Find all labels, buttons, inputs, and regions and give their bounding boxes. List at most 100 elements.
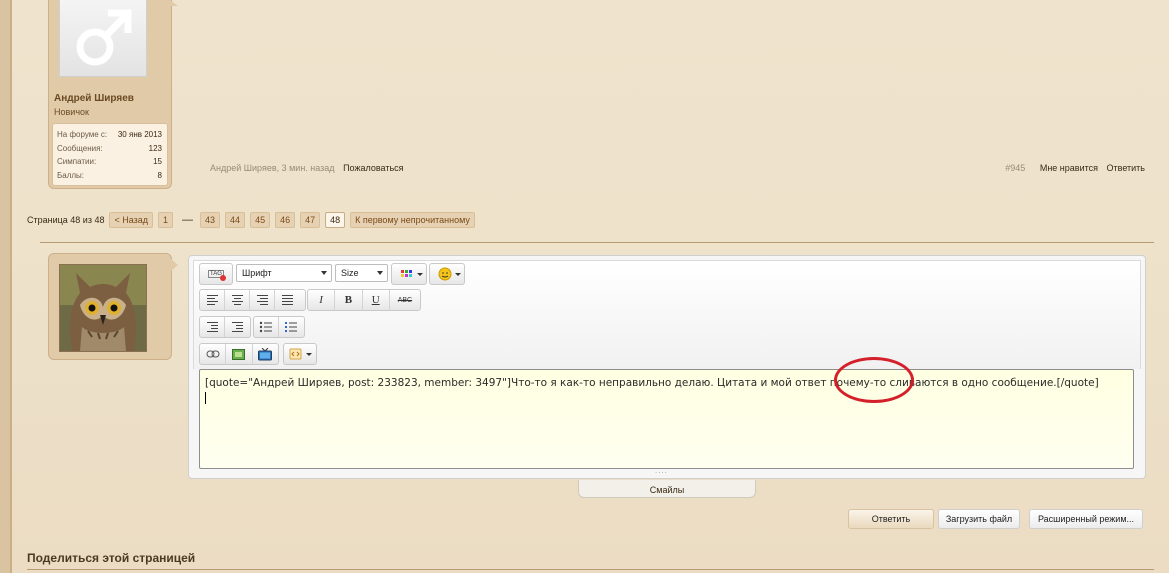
user-stats: На форуме с: 30 янв 2013 Сообщения: 123 … [52, 123, 168, 186]
image-icon [232, 348, 246, 360]
text-caret [205, 392, 206, 404]
message-textarea[interactable]: [quote="Андрей Ширяев, post: 233823, mem… [199, 369, 1134, 469]
user-title: Новичок [54, 107, 89, 117]
list-button-group [253, 316, 305, 338]
default-male-avatar[interactable] [59, 0, 147, 77]
strikethrough-button[interactable]: ABC [390, 290, 420, 310]
media-button[interactable] [253, 344, 278, 364]
page-link[interactable]: 46 [275, 212, 296, 228]
left-rail-edge [10, 0, 12, 573]
smiley-button[interactable] [429, 263, 465, 285]
bold-button[interactable]: B [335, 290, 363, 310]
page-link[interactable]: 45 [250, 212, 271, 228]
image-button[interactable] [226, 344, 253, 364]
prev-page-button[interactable]: < Назад [109, 212, 154, 228]
user-card: Андрей Ширяев Новичок На форуме с: 30 ян… [48, 0, 172, 189]
post-author-time[interactable]: Андрей Ширяев, 3 мин. назад [210, 163, 335, 173]
message-text: [quote="Андрей Ширяев, post: 233823, mem… [205, 377, 1099, 389]
stat-row-joined: На форуме с: 30 янв 2013 [57, 130, 162, 143]
color-grid-icon [401, 270, 423, 277]
divider [40, 242, 1154, 243]
pagination: Страница 48 из 48 < Назад 1 — 43 44 45 4… [27, 212, 480, 228]
indent-button[interactable] [225, 317, 249, 337]
stat-label: Симпатии: [57, 157, 97, 166]
tv-icon [258, 347, 273, 360]
justify-button[interactable] [275, 290, 299, 310]
align-right-button[interactable] [250, 290, 275, 310]
italic-button[interactable]: I [308, 290, 336, 310]
advanced-mode-button[interactable]: Расширенный режим... [1029, 509, 1143, 529]
reply-link[interactable]: Ответить [1107, 163, 1145, 173]
reply-user-card [48, 253, 172, 360]
align-left-icon [206, 295, 218, 305]
size-select[interactable]: Size [335, 264, 388, 282]
align-right-icon [256, 295, 268, 305]
post-actions: #945 Мне нравится Ответить [1005, 163, 1145, 173]
underline-button[interactable]: U [363, 290, 390, 310]
page-label: Страница 48 из 48 [27, 215, 105, 225]
stat-value: 30 янв 2013 [117, 130, 162, 139]
outdent-icon [206, 322, 218, 332]
bullet-list-icon [259, 321, 272, 333]
numbered-list-icon [285, 322, 297, 332]
resize-grip[interactable]: .... [655, 467, 668, 475]
bullet-list-button[interactable] [254, 317, 279, 337]
post-meta: Андрей Ширяев, 3 мин. назад Пожаловаться [210, 163, 404, 173]
stat-value: 15 [153, 157, 162, 166]
page-first[interactable]: 1 [158, 212, 174, 228]
pagination-gap: — [182, 214, 194, 226]
like-link[interactable]: Мне нравится [1040, 163, 1098, 173]
left-rail [0, 0, 10, 573]
smileys-tab[interactable]: Смайлы [578, 480, 756, 498]
link-icon [206, 350, 220, 358]
post-number[interactable]: #945 [1005, 163, 1025, 173]
stat-row-likes: Симпатии: 15 [57, 157, 162, 170]
page-current: 48 [325, 212, 346, 228]
code-button[interactable] [283, 343, 317, 365]
insert-button-group [199, 343, 279, 365]
user-name[interactable]: Андрей Ширяев [54, 93, 134, 104]
link-button[interactable] [200, 344, 227, 364]
numbered-list-button[interactable] [279, 317, 303, 337]
stat-label: Баллы: [57, 171, 85, 180]
message-editor: TAG Шрифт Size I B U ABC [quote="Андрей … [188, 255, 1146, 479]
chevron-down-icon [377, 271, 383, 275]
page-link[interactable]: 43 [200, 212, 221, 228]
reply-submit-button[interactable]: Ответить [848, 509, 934, 529]
align-left-button[interactable] [200, 290, 225, 310]
stat-row-messages: Сообщения: 123 [57, 144, 162, 157]
font-select[interactable]: Шрифт [236, 264, 332, 282]
format-button-group: I B U ABC [307, 289, 421, 311]
outdent-button[interactable] [200, 317, 225, 337]
upload-file-button[interactable]: Загрузить файл [938, 509, 1020, 529]
page-link[interactable]: 44 [225, 212, 246, 228]
stat-label: Сообщения: [57, 144, 103, 153]
report-link[interactable]: Пожаловаться [343, 163, 403, 173]
share-heading: Поделиться этой страницей [27, 551, 196, 565]
smiley-icon [438, 267, 461, 281]
remove-badge-icon [220, 275, 226, 281]
stat-label: На форуме с: [57, 130, 108, 139]
font-select-value: Шрифт [242, 268, 272, 278]
align-center-icon [231, 295, 243, 305]
stat-value[interactable]: 8 [158, 171, 162, 180]
indent-button-group [199, 316, 251, 338]
justify-icon [281, 295, 293, 305]
remove-format-button[interactable]: TAG [200, 264, 232, 284]
chevron-down-icon [321, 271, 327, 275]
align-button-group [199, 289, 306, 311]
align-center-button[interactable] [225, 290, 250, 310]
stat-value[interactable]: 123 [149, 144, 162, 153]
size-select-value: Size [341, 268, 359, 278]
tag-button-group: TAG [199, 263, 233, 285]
color-button[interactable] [391, 263, 427, 285]
highlight-ellipse [834, 357, 914, 403]
page-link[interactable]: 47 [300, 212, 321, 228]
owl-image [60, 265, 146, 351]
footer-divider [27, 569, 1154, 570]
owl-avatar[interactable] [59, 264, 147, 352]
stat-row-points: Баллы: 8 [57, 171, 162, 184]
reply-card-arrow [170, 258, 178, 272]
code-insert-icon [289, 348, 312, 360]
first-unread-button[interactable]: К первому непрочитанному [350, 212, 475, 228]
